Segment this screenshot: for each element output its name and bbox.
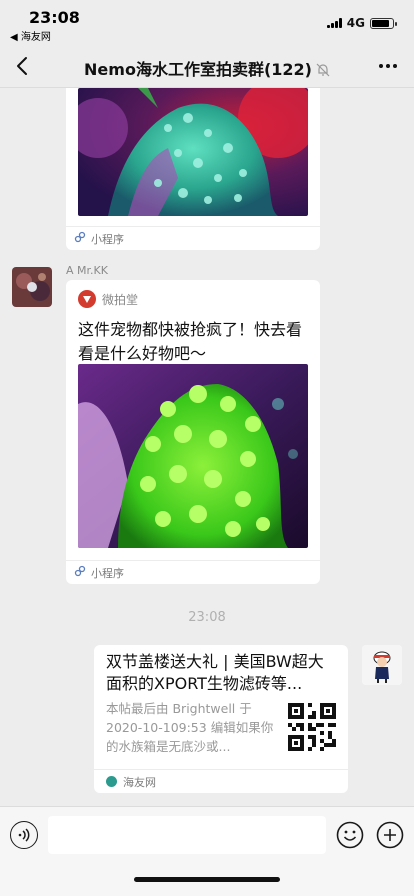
status-indicators: 4G: [326, 16, 397, 30]
coral-photo-1: [78, 88, 308, 216]
more-dots-icon[interactable]: [376, 56, 400, 76]
app-name: 微拍堂: [102, 292, 139, 307]
message-timestamp: 23:08: [188, 610, 226, 625]
emoji-icon[interactable]: [336, 821, 364, 849]
status-time: 23:08: [29, 8, 80, 27]
coral-photo-2: [78, 364, 308, 548]
voice-icon[interactable]: [10, 821, 38, 849]
mini-program-card-1[interactable]: 小程序: [66, 88, 320, 250]
shared-link-card[interactable]: 双节盖楼送大礼 | 美国BW超大面积的XPORT生物滤砖等... 本帖最后由 B…: [94, 645, 348, 793]
mini-program-footer: 小程序: [66, 226, 320, 250]
home-indicator[interactable]: [134, 877, 280, 882]
chat-title: Nemo海水工作室拍卖群(122): [50, 56, 364, 81]
mute-bell-icon: [316, 62, 330, 81]
message-input[interactable]: [48, 816, 326, 854]
input-bar: [0, 806, 414, 896]
qr-code-thumbnail: [288, 703, 336, 751]
link-icon: [74, 231, 86, 246]
group-name: Nemo海水工作室拍卖群(122): [84, 60, 312, 79]
link-source-footer: 海友网: [94, 769, 348, 793]
mini-program-card-2[interactable]: 微拍堂 这件宠物都快被抢疯了！快去看看是什么好物吧～ 小程序: [66, 280, 320, 584]
battery-icon: [370, 17, 397, 29]
chat-header: Nemo海水工作室拍卖群(122): [0, 44, 414, 88]
sender-name: A Mr.KK: [66, 264, 108, 277]
mini-program-header: 微拍堂: [78, 290, 138, 308]
link-description: 本帖最后由 Brightwell 于 2020-10-109:53 编辑如果你的…: [106, 701, 274, 754]
mini-program-label: 小程序: [91, 232, 124, 246]
back-chevron-icon[interactable]: [10, 52, 34, 80]
link-icon: [74, 565, 86, 580]
card-message-text: 这件宠物都快被抢疯了！快去看看是什么好物吧～: [78, 320, 303, 363]
status-bar: 23:08 ◀ 海友网 4G: [0, 0, 414, 44]
network-type: 4G: [346, 16, 365, 30]
link-title: 双节盖楼送大礼 | 美国BW超大面积的XPORT生物滤砖等...: [106, 652, 324, 693]
sender-avatar-mrkk[interactable]: [12, 267, 52, 307]
site-logo-icon: [106, 776, 117, 787]
back-to-app-link[interactable]: ◀ 海友网: [10, 28, 51, 43]
self-avatar[interactable]: [362, 645, 402, 685]
plus-icon[interactable]: [376, 821, 404, 849]
link-source: 海友网: [123, 775, 156, 789]
message-list[interactable]: 小程序 A Mr.KK 微拍堂 这件宠物都快被抢疯了！快去看看是什么好物吧～ 小…: [0, 88, 414, 806]
mini-program-label: 小程序: [91, 566, 124, 580]
signal-icon: [326, 18, 342, 28]
mini-program-footer: 小程序: [66, 560, 320, 584]
weipaitang-logo-icon: [78, 290, 96, 308]
